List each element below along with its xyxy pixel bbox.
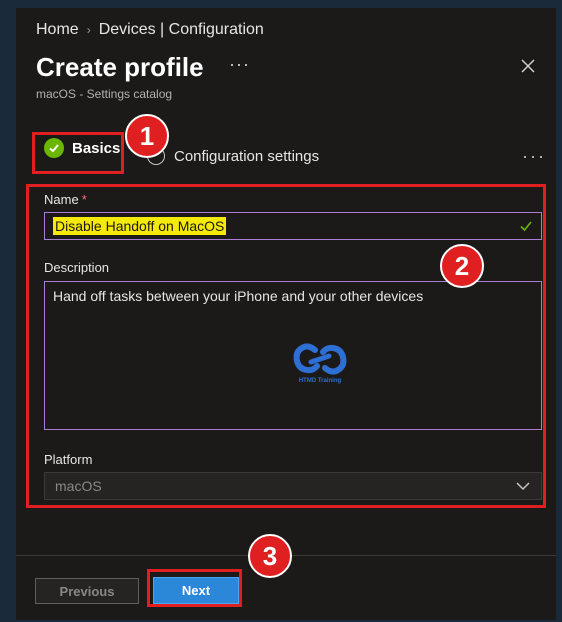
create-profile-panel: Home › Devices | Configuration Create pr…	[16, 8, 556, 620]
breadcrumb-separator: ›	[86, 23, 91, 37]
annotation-box-next	[147, 569, 242, 607]
close-button[interactable]	[520, 58, 536, 74]
more-options-icon[interactable]: ···	[229, 54, 250, 75]
annotation-badge-3: 3	[248, 534, 292, 578]
breadcrumb: Home › Devices | Configuration	[36, 21, 264, 39]
annotation-box-form	[26, 184, 546, 508]
steps-more-icon[interactable]: ···	[522, 146, 546, 167]
previous-button[interactable]: Previous	[35, 578, 139, 604]
page-title: Create profile	[36, 52, 204, 82]
breadcrumb-home[interactable]: Home	[36, 21, 79, 39]
breadcrumb-current[interactable]: Devices | Configuration	[99, 21, 264, 39]
annotation-box-basics	[32, 132, 124, 174]
annotation-badge-1: 1	[125, 114, 169, 158]
page-subtitle: macOS - Settings catalog	[36, 87, 173, 101]
annotation-badge-2: 2	[440, 244, 484, 288]
close-icon	[521, 59, 535, 73]
step-configuration-settings[interactable]: Configuration settings	[147, 147, 319, 165]
step-configuration-label: Configuration settings	[174, 147, 320, 165]
